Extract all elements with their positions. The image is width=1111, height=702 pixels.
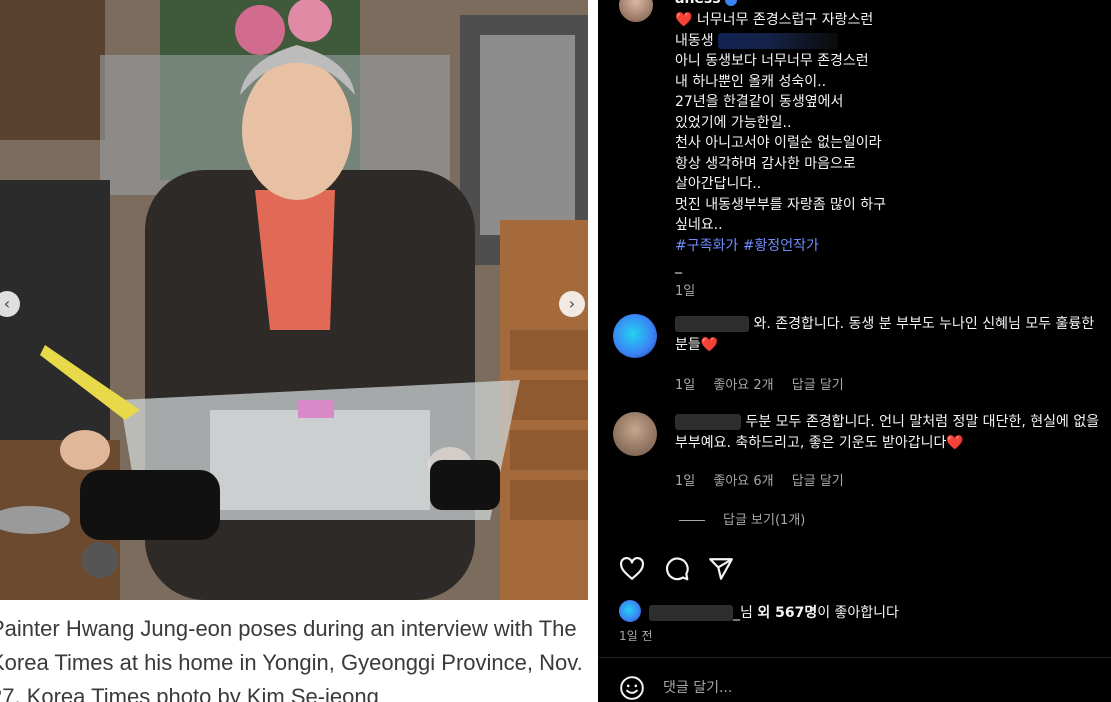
comment-actions: 1일 좋아요 2개 답글 달기 (675, 374, 858, 393)
liker-avatar (619, 600, 641, 622)
post-age: 1일 전 (619, 629, 653, 643)
post-caption: ❤️ 너무너무 존경스럽구 자랑스런 내동생 아니 동생보다 너무너무 존경스런… (675, 10, 1095, 277)
article-photo: ‹ › (0, 0, 588, 600)
reply-button[interactable]: 답글 달기 (792, 474, 844, 489)
post-line: 내동생 (675, 31, 1095, 52)
post-line: 살아간답니다.. (675, 176, 762, 192)
comment-timestamp[interactable]: 1일 (675, 378, 695, 393)
comment-actions: 1일 좋아요 6개 답글 달기 (675, 470, 858, 489)
post-hashtags[interactable]: #구족화가 #황정언작가 (675, 236, 1095, 257)
share-icon[interactable] (708, 556, 734, 582)
comment-text: 두분 모두 존경합니다. 언니 말처럼 정말 대단한, 현실에 없을 부부예요.… (675, 414, 1100, 451)
comment-icon[interactable] (664, 556, 690, 582)
emoji-icon[interactable] (619, 675, 645, 701)
comment-text: 와. 존경합니다. 동생 분 부부도 누나인 신혜님 모두 훌륭한 분들❤️ (675, 316, 1095, 353)
post-line: 내 하나뿐인 올캐 성숙이.. (675, 73, 827, 90)
caption-line: Korea Times at his home in Yongin, Gyeon… (0, 650, 583, 675)
heart-icon[interactable] (619, 556, 645, 582)
heart-emoji-icon: ❤️ (675, 12, 693, 28)
comment-likes[interactable]: 좋아요 2개 (713, 378, 773, 393)
comment-likes[interactable]: 좋아요 6개 (713, 474, 773, 489)
post-line: ❤️ 너무너무 존경스럽구 자랑스런 (675, 12, 874, 28)
post-trailing: _ (675, 258, 682, 274)
heart-emoji-icon: ❤️ (700, 337, 719, 353)
replies-dash (679, 520, 705, 521)
carousel-next-button[interactable]: › (559, 291, 585, 317)
comment-timestamp[interactable]: 1일 (675, 474, 695, 489)
post-line: 있었기에 가능한일.. (675, 114, 792, 131)
post-line: 천사 아니고서야 이럴순 없는일이라 (675, 135, 882, 151)
likes-text: _님 외 567명이 좋아합니다 (649, 602, 899, 622)
verified-badge-icon (725, 0, 737, 6)
post-line: 싶네요.. (675, 217, 723, 233)
photo-illustration (0, 0, 588, 600)
post-line: 27년을 한결같이 동생옆에서 (675, 94, 844, 110)
post-line: 항상 생각하며 감사한 마음으로 (675, 155, 856, 172)
post-line: 아니 동생보다 너무너무 존경스런 (675, 53, 869, 69)
caption-line: Painter Hwang Jung-eon poses during an i… (0, 616, 577, 641)
blurred-username[interactable] (649, 605, 733, 621)
caption-line: 27. Korea Times photo by Kim Se-jeong (0, 684, 379, 702)
likes-count[interactable]: 외 567명 (757, 605, 817, 621)
photo-caption: Painter Hwang Jung-eon poses during an i… (0, 612, 590, 702)
instagram-post-panel: aness ❤️ 너무너무 존경스럽구 자랑스런 내동생 아니 동생보다 너무너… (599, 0, 1111, 702)
author-avatar[interactable] (619, 0, 653, 22)
heart-emoji-icon: ❤️ (946, 435, 964, 451)
blurred-username[interactable] (675, 316, 749, 332)
view-replies-button[interactable]: 답글 보기(1개) (679, 509, 805, 528)
commenter-avatar[interactable] (613, 314, 657, 358)
commenter-avatar[interactable] (613, 412, 657, 456)
author-username[interactable]: aness (675, 0, 721, 7)
post-line: 멋진 내동생부부를 자랑좀 많이 하구 (675, 196, 886, 213)
divider (599, 657, 1111, 658)
blurred-username[interactable] (675, 414, 741, 430)
reply-button[interactable]: 답글 달기 (792, 378, 844, 393)
post-timestamp[interactable]: 1일 (675, 280, 695, 299)
blurred-mention[interactable] (718, 32, 839, 49)
comment-input[interactable] (663, 677, 1063, 699)
article-panel: ‹ › Painter Hwang Jung-eon poses during … (0, 0, 598, 702)
